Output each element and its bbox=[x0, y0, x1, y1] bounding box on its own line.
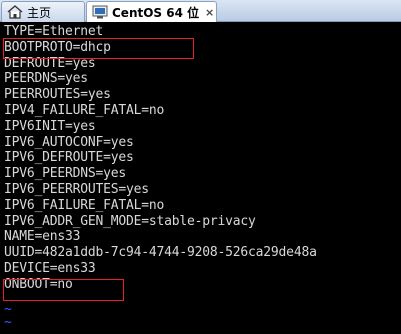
tab-centos[interactable]: CentOS 64 位 × bbox=[86, 1, 217, 22]
terminal-line: IPV6_ADDR_GEN_MODE=stable-privacy bbox=[4, 213, 256, 229]
terminal-line: IPV6_FAILURE_FATAL=no bbox=[4, 197, 165, 213]
terminal-line: IPV4_FAILURE_FATAL=no bbox=[4, 102, 165, 118]
terminal-line: PEERROUTES=yes bbox=[4, 87, 111, 103]
tab-centos-label: CentOS 64 位 bbox=[112, 5, 200, 20]
highlight-box-bootproto bbox=[3, 38, 194, 59]
terminal-line: IPV6_PEERDNS=yes bbox=[4, 166, 127, 182]
home-icon bbox=[6, 4, 24, 20]
terminal-line: IPV6_PEERROUTES=yes bbox=[4, 181, 149, 197]
tab-home-label: 主页 bbox=[27, 5, 52, 20]
highlight-box-onboot bbox=[3, 279, 124, 301]
empty-line-tilde: ~ bbox=[4, 315, 12, 330]
terminal-line: IPV6_DEFROUTE=yes bbox=[4, 150, 134, 166]
terminal-line: IPV6INIT=yes bbox=[4, 118, 96, 134]
terminal-line: NAME=ens33 bbox=[4, 229, 81, 245]
tab-home[interactable]: 主页 bbox=[1, 1, 85, 22]
terminal-line: DEVICE=ens33 bbox=[4, 260, 96, 276]
terminal-line: IPV6_AUTOCONF=yes bbox=[4, 134, 134, 150]
tab-bar: 主页 CentOS 64 位 × bbox=[0, 0, 401, 22]
terminal-lines: TYPE=Ethernet BOOTPROTO=dhcp DEFROUTE=ye… bbox=[4, 24, 317, 293]
vm-icon bbox=[91, 4, 109, 20]
terminal-line: PEERDNS=yes bbox=[4, 71, 88, 87]
close-icon[interactable]: × bbox=[203, 6, 216, 19]
terminal-window[interactable]: TYPE=Ethernet BOOTPROTO=dhcp DEFROUTE=ye… bbox=[0, 22, 401, 334]
terminal-line: UUID=482a1ddb-7c94-4744-9208-526ca29de48… bbox=[4, 245, 317, 261]
